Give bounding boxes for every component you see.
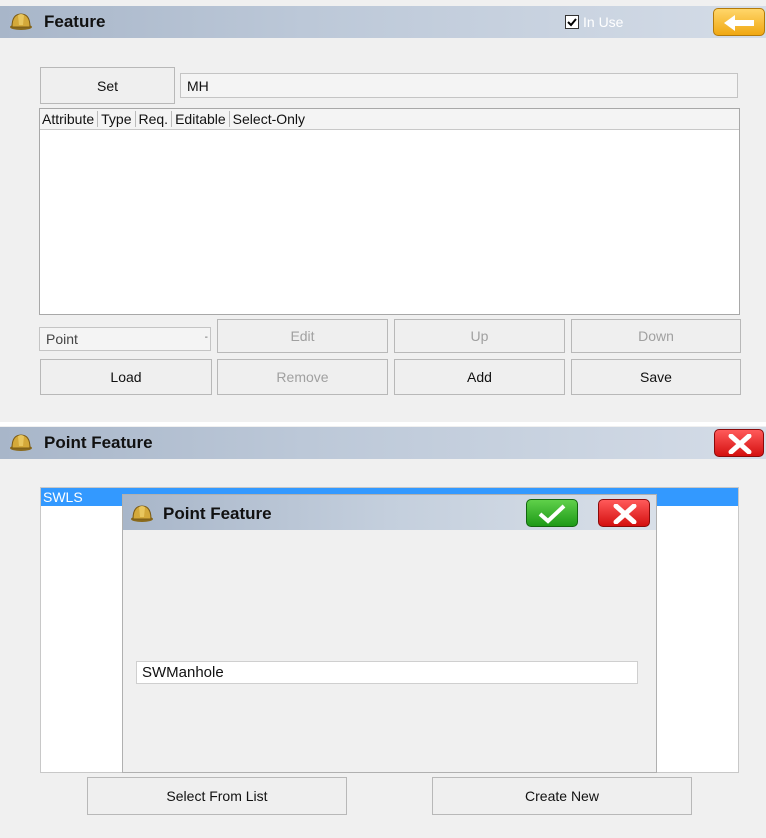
column-req[interactable]: Req.	[136, 111, 173, 127]
load-button[interactable]: Load	[40, 359, 212, 395]
in-use-checkbox[interactable]	[565, 15, 579, 29]
window-divider	[0, 422, 766, 426]
point-feature-title: Point Feature	[44, 433, 153, 452]
attribute-table-header: Attribute Type Req. Editable Select-Only	[40, 109, 739, 130]
column-attribute[interactable]: Attribute	[40, 111, 99, 127]
feature-titlebar: Feature In Use	[0, 6, 766, 38]
checkmark-icon	[538, 504, 566, 524]
back-arrow-icon	[724, 15, 754, 31]
spinner-icon: -	[204, 332, 208, 343]
set-button[interactable]: Set	[40, 67, 175, 104]
dialog-close-button[interactable]	[598, 499, 650, 527]
close-icon	[728, 434, 752, 454]
column-editable[interactable]: Editable	[172, 111, 230, 127]
back-button[interactable]	[713, 8, 765, 36]
type-select-value: Point	[46, 331, 78, 347]
dialog-title: Point Feature	[163, 504, 272, 523]
save-button[interactable]: Save	[571, 359, 741, 395]
column-select-only[interactable]: Select-Only	[230, 111, 308, 127]
feature-title: Feature	[44, 12, 106, 31]
remove-button[interactable]: Remove	[217, 359, 388, 395]
point-feature-titlebar: Point Feature	[0, 427, 766, 459]
create-new-button[interactable]: Create New	[432, 777, 692, 815]
add-button[interactable]: Add	[394, 359, 565, 395]
close-button[interactable]	[714, 429, 764, 457]
feature-name-value: SWManhole	[142, 664, 224, 681]
checkmark-icon	[567, 18, 577, 27]
edit-button[interactable]: Edit	[217, 319, 388, 353]
type-select[interactable]: Point -	[39, 327, 211, 351]
point-feature-dialog: Point Feature SWManhole	[122, 494, 657, 773]
ok-button[interactable]	[526, 499, 578, 527]
column-type[interactable]: Type	[98, 111, 136, 127]
close-icon	[613, 504, 637, 524]
set-value-field[interactable]: MH	[180, 73, 738, 98]
up-button[interactable]: Up	[394, 319, 565, 353]
select-from-list-button[interactable]: Select From List	[87, 777, 347, 815]
in-use-label: In Use	[583, 14, 624, 30]
attribute-table[interactable]: Attribute Type Req. Editable Select-Only	[39, 108, 740, 315]
feature-name-input[interactable]: SWManhole	[136, 661, 638, 684]
helmet-icon	[10, 434, 32, 451]
dialog-titlebar: Point Feature	[123, 495, 656, 530]
down-button[interactable]: Down	[571, 319, 741, 353]
helmet-icon	[131, 505, 153, 522]
helmet-icon	[10, 13, 32, 30]
list-item-label: SWLS	[43, 489, 83, 505]
